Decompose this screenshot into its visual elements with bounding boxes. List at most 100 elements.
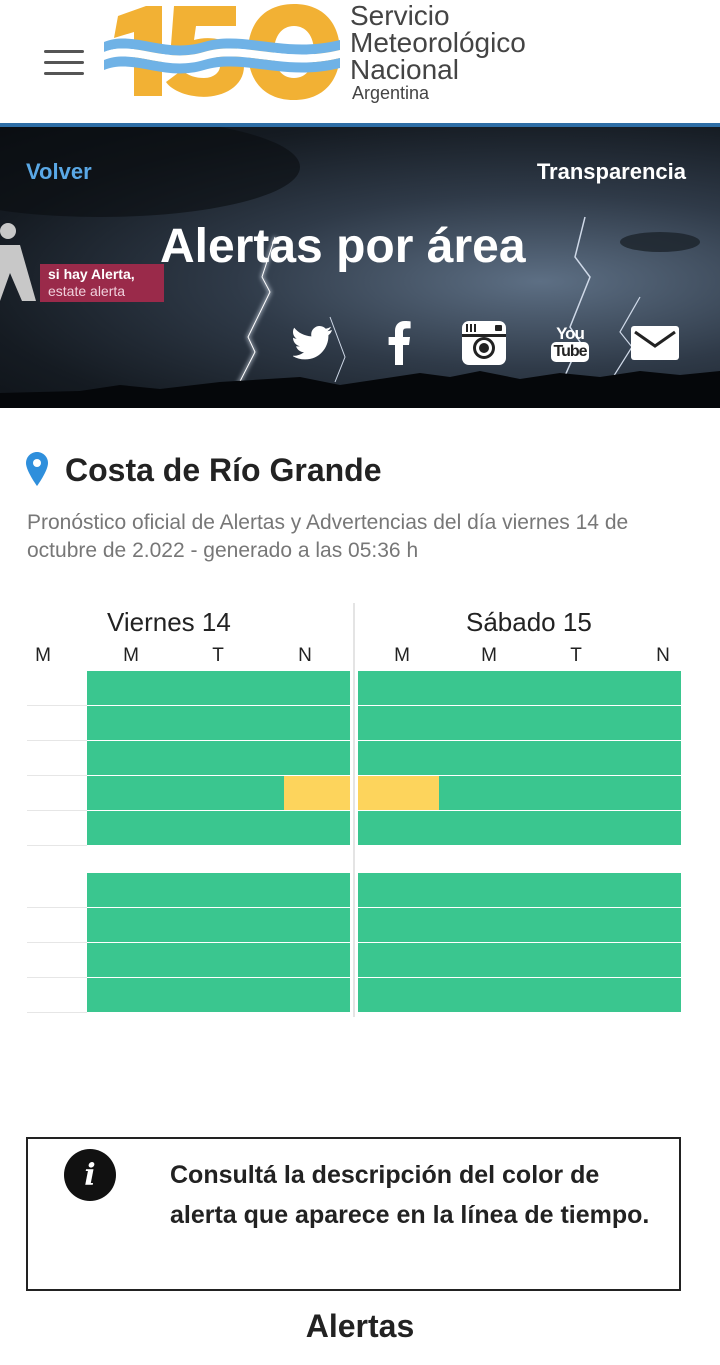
alert-cell-green[interactable]	[284, 978, 350, 1012]
day-label-saturday: Sábado 15	[466, 607, 592, 637]
alert-cell-green[interactable]	[600, 741, 681, 775]
back-link[interactable]: Volver	[26, 159, 92, 185]
alert-cell-green[interactable]	[439, 811, 520, 845]
alert-cell-green[interactable]	[153, 978, 219, 1012]
alert-cell-green[interactable]	[439, 873, 520, 907]
alert-cell-green[interactable]	[358, 943, 439, 977]
transparency-link[interactable]: Transparencia	[537, 159, 686, 185]
alert-cell-green[interactable]	[87, 671, 153, 705]
menu-icon[interactable]	[44, 50, 84, 76]
alert-cell-green[interactable]	[520, 943, 601, 977]
info-icon: i	[64, 1149, 116, 1201]
alert-cell-yellow[interactable]	[358, 776, 439, 810]
alert-cell-green[interactable]	[87, 943, 153, 977]
alert-cell-green[interactable]	[284, 908, 350, 942]
alert-cell-green[interactable]	[284, 706, 350, 740]
alert-cell-green[interactable]	[218, 706, 284, 740]
color-info-box[interactable]: i Consultá la descripción del color de a…	[26, 1137, 681, 1291]
alert-cell-green[interactable]	[600, 671, 681, 705]
twitter-icon[interactable]	[292, 320, 334, 366]
alert-cell-green[interactable]	[520, 978, 601, 1012]
alert-cell-green[interactable]	[600, 943, 681, 977]
row-divider	[27, 740, 87, 741]
alert-cell-green[interactable]	[600, 811, 681, 845]
alert-cell-green[interactable]	[218, 776, 284, 810]
alert-cell-yellow[interactable]	[284, 776, 350, 810]
alert-cell-green[interactable]	[439, 908, 520, 942]
forecast-description: Pronóstico oficial de Alertas y Adverten…	[27, 511, 629, 562]
alert-cell-green[interactable]	[87, 978, 153, 1012]
alert-cell-green[interactable]	[520, 811, 601, 845]
period-label: M	[394, 645, 410, 666]
facebook-icon[interactable]	[384, 320, 414, 366]
alert-cell-green[interactable]	[520, 671, 601, 705]
alert-cell-green[interactable]	[439, 706, 520, 740]
alert-cell-green[interactable]	[153, 943, 219, 977]
alert-cell-green[interactable]	[439, 776, 520, 810]
period-label: M	[481, 645, 497, 666]
alert-cell-green[interactable]	[600, 776, 681, 810]
alert-cell-green[interactable]	[153, 706, 219, 740]
alert-cell-green[interactable]	[218, 811, 284, 845]
mail-icon[interactable]	[630, 320, 680, 366]
top-header: Servicio Meteorológico Nacional Argentin…	[0, 0, 720, 127]
alert-cell-green[interactable]	[358, 671, 439, 705]
alert-cell-green[interactable]	[600, 706, 681, 740]
page-title: Alertas por área	[160, 220, 526, 273]
alert-cell-green[interactable]	[520, 908, 601, 942]
period-label: T	[570, 645, 582, 666]
location-pin-icon	[26, 452, 48, 486]
alert-cell-green[interactable]	[153, 811, 219, 845]
alert-cell-green[interactable]	[520, 706, 601, 740]
alert-cell-green[interactable]	[153, 671, 219, 705]
period-label: M	[35, 645, 51, 666]
org-line-2: Meteorológico	[350, 27, 526, 58]
alert-cell-green[interactable]	[358, 908, 439, 942]
alert-cell-green[interactable]	[153, 741, 219, 775]
alert-cell-green[interactable]	[520, 741, 601, 775]
youtube-you-text: You	[556, 323, 585, 343]
alert-cell-green[interactable]	[358, 706, 439, 740]
day-separator	[353, 603, 355, 1017]
smn-150-logo	[104, 4, 340, 100]
alert-cell-green[interactable]	[153, 908, 219, 942]
alert-cell-green[interactable]	[87, 706, 153, 740]
alert-cell-green[interactable]	[87, 873, 153, 907]
alert-cell-green[interactable]	[358, 811, 439, 845]
alert-cell-green[interactable]	[358, 978, 439, 1012]
row-divider	[27, 907, 87, 908]
alert-cell-green[interactable]	[439, 943, 520, 977]
alert-cell-green[interactable]	[439, 978, 520, 1012]
alert-cell-green[interactable]	[284, 811, 350, 845]
row-divider	[27, 942, 87, 943]
alert-cell-green[interactable]	[284, 671, 350, 705]
alert-cell-green[interactable]	[520, 873, 601, 907]
alert-cell-green[interactable]	[284, 873, 350, 907]
alert-cell-green[interactable]	[284, 943, 350, 977]
alert-cell-green[interactable]	[439, 671, 520, 705]
alert-cell-green[interactable]	[87, 776, 153, 810]
alert-cell-green[interactable]	[87, 908, 153, 942]
alert-cell-green[interactable]	[153, 776, 219, 810]
alert-cell-green[interactable]	[218, 741, 284, 775]
alert-cell-green[interactable]	[218, 873, 284, 907]
org-country: Argentina	[352, 83, 430, 103]
alert-cell-green[interactable]	[218, 943, 284, 977]
alert-cell-green[interactable]	[87, 811, 153, 845]
alert-cell-green[interactable]	[218, 908, 284, 942]
alert-cell-green[interactable]	[218, 978, 284, 1012]
alert-cell-green[interactable]	[284, 741, 350, 775]
alert-cell-green[interactable]	[520, 776, 601, 810]
alert-cell-green[interactable]	[600, 873, 681, 907]
instagram-icon[interactable]	[460, 320, 508, 366]
alert-cell-green[interactable]	[600, 908, 681, 942]
youtube-icon[interactable]: You Tube	[548, 320, 592, 366]
alert-cell-green[interactable]	[358, 873, 439, 907]
alert-cell-green[interactable]	[600, 978, 681, 1012]
alert-cell-green[interactable]	[87, 741, 153, 775]
alert-cell-green[interactable]	[358, 741, 439, 775]
alert-cell-green[interactable]	[439, 741, 520, 775]
alert-cell-green[interactable]	[218, 671, 284, 705]
location-title: Costa de Río Grande	[65, 452, 382, 488]
alert-cell-green[interactable]	[153, 873, 219, 907]
